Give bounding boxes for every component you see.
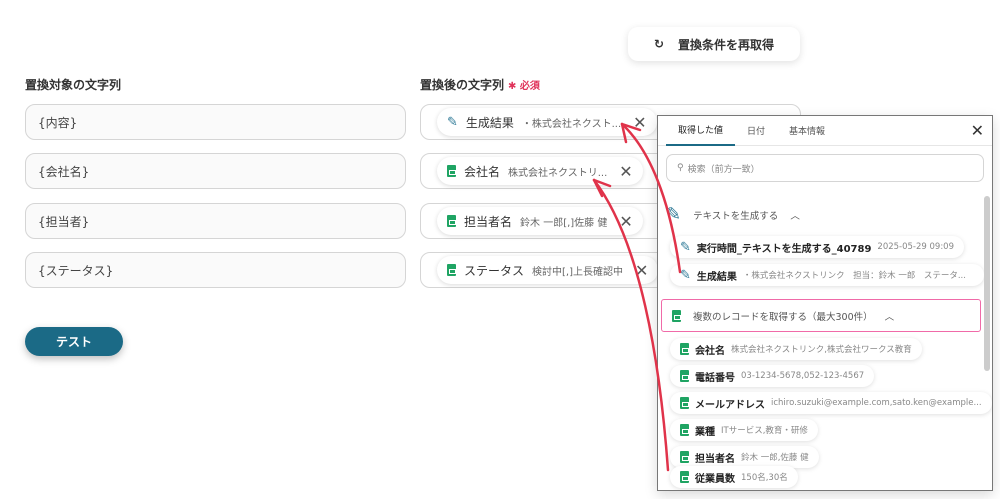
arrow-head: [592, 178, 612, 198]
arrow-company-name: [592, 178, 670, 472]
annotation-arrows: [592, 122, 682, 472]
arrow-generated-result: [620, 122, 682, 274]
